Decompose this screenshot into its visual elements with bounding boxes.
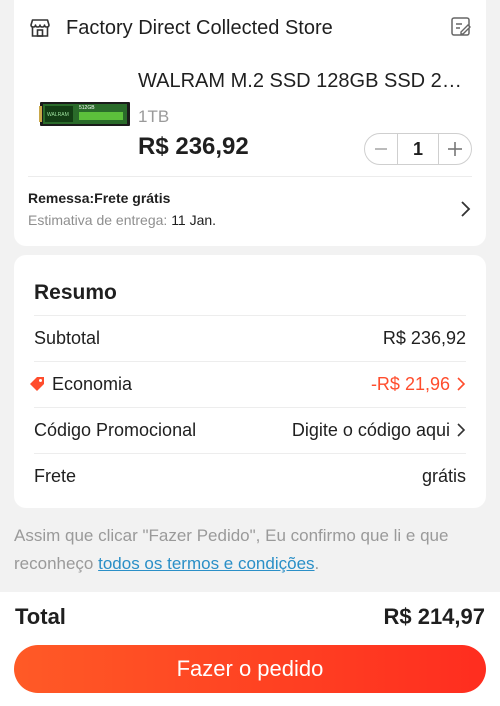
decrease-quantity-button[interactable] (365, 134, 397, 164)
store-card: Factory Direct Collected Store WALRAM 51… (14, 0, 486, 246)
promo-code-group[interactable]: Digite o código aqui (292, 420, 466, 441)
checkout-bar: Total R$ 214,97 Fazer o pedido (0, 592, 500, 706)
place-order-button[interactable]: Fazer o pedido (14, 645, 486, 693)
shipping-title: Remessa:Frete grátis (28, 190, 171, 206)
summary-title: Resumo (34, 281, 117, 304)
plus-icon (448, 142, 462, 156)
ssd-image: WALRAM 512GB (39, 102, 130, 126)
total-value: R$ 214,97 (383, 604, 485, 629)
terms-link[interactable]: todos os termos e condições (98, 554, 314, 573)
economy-label: Economia (52, 373, 133, 394)
increase-quantity-button[interactable] (439, 134, 471, 164)
terms-notice: Assim que clicar "Fazer Pedido", Eu conf… (14, 522, 486, 578)
store-name[interactable]: Factory Direct Collected Store (66, 17, 333, 40)
chevron-right-icon (457, 377, 466, 391)
product-variant[interactable]: 1TB (138, 107, 169, 127)
shipping-option[interactable]: Remessa:Frete grátis Estimativa de entre… (28, 190, 472, 234)
promo-code-row[interactable]: Código Promocional Digite o código aqui (34, 408, 466, 452)
quantity-stepper: 1 (364, 133, 472, 165)
shipping-cost-value: grátis (421, 465, 466, 486)
promo-code-input[interactable]: Digite o código aqui (292, 420, 450, 441)
subtotal-value: R$ 236,92 (382, 327, 466, 348)
product-title[interactable]: WALRAM M.2 SSD 128GB SSD 256GB 512GB 1TB (138, 70, 468, 93)
total-label: Total (15, 604, 66, 629)
ssd-brand-label: WALRAM (47, 112, 69, 118)
product-image[interactable]: WALRAM 512GB (36, 70, 134, 158)
promo-code-label: Código Promocional (34, 419, 197, 440)
economy-row[interactable]: Economia -R$ 21,96 (30, 362, 466, 406)
summary-card: Resumo Subtotal R$ 236,92 Economia -R$ 2… (14, 255, 486, 508)
economy-value-group[interactable]: -R$ 21,96 (371, 374, 466, 395)
shipping-cost-row: Frete grátis (34, 454, 466, 498)
store-icon (30, 19, 50, 37)
delivery-estimate-label: Estimativa de entrega: (28, 212, 168, 228)
subtotal-row: Subtotal R$ 236,92 (34, 316, 466, 360)
delivery-estimate-date: 11 Jan. (171, 212, 217, 228)
minus-icon (375, 148, 387, 150)
economy-label-group: Economia (30, 373, 133, 395)
subtotal-label: Subtotal (34, 327, 101, 348)
store-header[interactable]: Factory Direct Collected Store (28, 14, 472, 42)
product-price: R$ 236,92 (138, 133, 249, 160)
price-tag-icon (30, 377, 44, 391)
chevron-right-icon[interactable] (458, 200, 472, 218)
shipping-cost-label: Frete (34, 465, 77, 486)
divider (28, 176, 472, 177)
terms-text-end: . (314, 554, 320, 573)
ssd-capacity-label: 512GB (79, 105, 95, 111)
economy-value: -R$ 21,96 (370, 373, 450, 394)
chevron-right-icon (457, 423, 466, 437)
quantity-value[interactable]: 1 (397, 134, 439, 164)
delivery-estimate: Estimativa de entrega: 11 Jan. (28, 212, 472, 228)
edit-note-icon[interactable] (450, 16, 472, 38)
